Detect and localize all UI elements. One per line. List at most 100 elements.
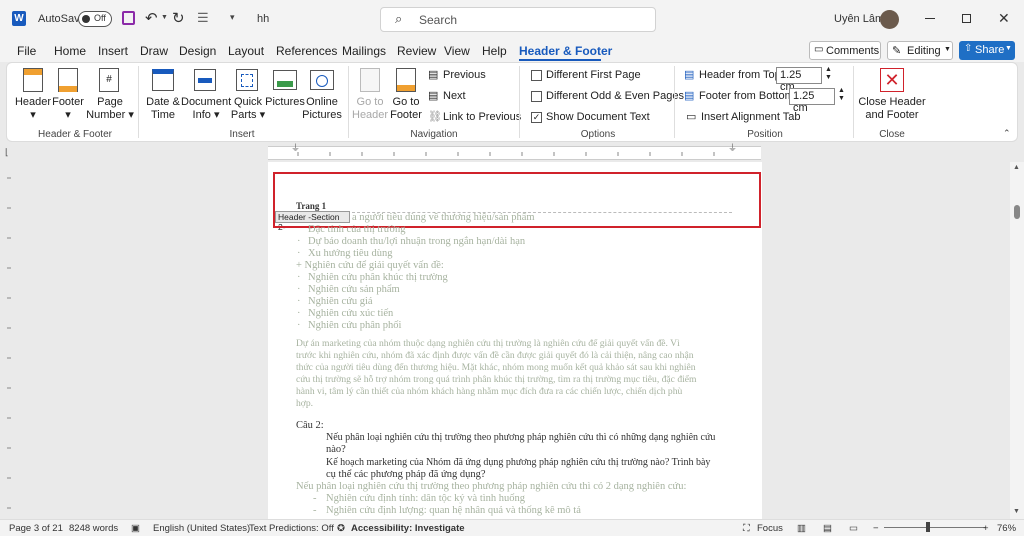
tab-selector-icon[interactable]: ⌊ (5, 147, 9, 158)
go-to-footer-button[interactable]: Go to Footer (388, 96, 424, 122)
question-line: nào? (326, 444, 346, 455)
text-predictions-status[interactable]: Text Predictions: Off (249, 523, 334, 534)
avatar[interactable] (880, 10, 899, 29)
bullet-icon: · (297, 272, 301, 283)
previous-button[interactable]: Previous (443, 69, 486, 81)
tab-file[interactable]: File (17, 44, 36, 58)
zoom-slider[interactable] (884, 527, 986, 528)
tab-header-footer[interactable]: Header & Footer (519, 44, 612, 58)
accessibility-status[interactable]: Accessibility: Investigate (351, 523, 465, 534)
scrollbar-thumb[interactable] (1014, 205, 1020, 219)
pictures-icon (273, 70, 297, 90)
undo-icon[interactable]: ↶ (145, 9, 158, 27)
user-name[interactable]: Uyên Lâm (834, 13, 884, 25)
spinner-icon[interactable]: ▲ ▼ (825, 66, 832, 82)
header-button[interactable]: Header ▾ (14, 96, 52, 122)
restore-icon[interactable] (962, 14, 971, 23)
chevron-down-icon: ▼ (944, 46, 951, 53)
format-painter-icon[interactable]: ☰ (197, 10, 209, 26)
scrollbar-down-icon[interactable]: ▼ (1013, 508, 1020, 515)
tab-layout[interactable]: Layout (228, 44, 264, 58)
close-header-footer-button[interactable]: Close Header and Footer (858, 96, 926, 122)
group-close-label: Close (879, 129, 905, 140)
different-odd-even-checkbox[interactable] (531, 91, 542, 102)
header-from-top-input[interactable]: 1.25 cm (776, 67, 822, 93)
zoom-in-icon[interactable]: + (983, 523, 989, 534)
tab-view[interactable]: View (444, 44, 470, 58)
bullet-icon: - (313, 493, 317, 504)
tab-help[interactable]: Help (482, 44, 507, 58)
focus-button[interactable]: Focus (757, 523, 783, 534)
footer-button[interactable]: Footer ▾ (50, 96, 86, 122)
answer-bullet: Nghiên cứu định tính: dân tộc ký và tình… (326, 493, 526, 504)
share-button[interactable]: ⇧ Share ▼ (959, 41, 1015, 60)
next-button[interactable]: Next (443, 90, 466, 102)
online-pictures-button[interactable]: Online Pictures (302, 96, 342, 122)
customize-toolbar-icon[interactable]: ▾ (230, 12, 235, 23)
footer-from-bottom-icon: ▤ (684, 90, 695, 102)
date-time-button[interactable]: Date & Time (144, 96, 182, 122)
horizontal-ruler[interactable] (268, 146, 761, 160)
search-input[interactable]: Search (419, 13, 457, 27)
left-indent-marker-icon[interactable]: ⏚ (291, 141, 300, 154)
tab-design[interactable]: Design (179, 44, 216, 58)
go-to-footer-icon (396, 68, 416, 92)
language-status[interactable]: English (United States) (153, 523, 250, 534)
group-header-footer-label: Header & Footer (38, 129, 112, 140)
vertical-ruler[interactable] (4, 168, 14, 518)
print-layout-icon[interactable]: ▤ (823, 523, 832, 534)
bullet-icon: · (297, 284, 301, 295)
right-indent-marker-icon[interactable]: ⏚ (728, 141, 737, 154)
doc-line: Dự báo doanh thu/lợi nhuận trong ngắn hạ… (308, 236, 526, 247)
go-to-header-button[interactable]: Go to Header (352, 96, 388, 122)
zoom-out-icon[interactable]: − (873, 523, 879, 534)
autosave-toggle[interactable]: Off (78, 11, 112, 27)
header-icon (23, 68, 43, 92)
spinner-icon[interactable]: ▲ ▼ (838, 87, 845, 103)
quick-parts-button[interactable]: Quick Parts ▾ (229, 96, 267, 122)
group-navigation-label: Navigation (410, 129, 458, 140)
page-number-icon: # (99, 68, 119, 92)
show-document-text-label: Show Document Text (546, 111, 650, 123)
body-paragraph: Dự án marketing của nhóm thuộc dạng nghi… (296, 338, 697, 409)
vertical-scrollbar[interactable]: ▲ ▼ (1010, 162, 1024, 520)
tab-home[interactable]: Home (54, 44, 86, 58)
pictures-button[interactable]: Pictures (264, 96, 306, 109)
active-tab-underline (519, 59, 601, 61)
tab-draw[interactable]: Draw (140, 44, 168, 58)
quick-parts-icon (236, 69, 258, 91)
collapse-ribbon-icon[interactable]: ⌃ (1003, 128, 1011, 139)
page-count[interactable]: Page 3 of 21 (9, 523, 63, 534)
save-icon[interactable] (122, 11, 135, 25)
minimize-icon[interactable] (925, 18, 935, 19)
word-count[interactable]: 8248 words (69, 523, 118, 534)
tab-references[interactable]: References (276, 44, 337, 58)
editing-button[interactable]: ✎ Editing ▼ (887, 41, 953, 60)
footer-icon (58, 68, 78, 92)
link-to-previous-button[interactable]: Link to Previous (443, 111, 521, 123)
ribbon-divider (348, 66, 349, 138)
tab-insert[interactable]: Insert (98, 44, 128, 58)
close-window-icon[interactable]: ✕ (998, 10, 1010, 27)
page-number-button[interactable]: Page Number ▾ (84, 96, 136, 122)
redo-icon[interactable]: ↻ (172, 9, 185, 27)
comments-button[interactable]: ▭ Comments (809, 41, 881, 60)
search-icon: ⌕ (395, 11, 403, 26)
web-layout-icon[interactable]: ▭ (849, 523, 858, 534)
tab-mailings[interactable]: Mailings (342, 44, 386, 58)
scrollbar-up-icon[interactable]: ▲ (1013, 164, 1020, 171)
undo-dropdown-icon[interactable]: ▼ (161, 14, 168, 21)
tab-review[interactable]: Review (397, 44, 436, 58)
different-first-page-checkbox[interactable] (531, 70, 542, 81)
search-box[interactable]: ⌕ Search (380, 7, 656, 32)
share-icon: ⇧ (964, 43, 973, 54)
insert-alignment-tab-button[interactable]: Insert Alignment Tab (701, 111, 800, 123)
document-info-button[interactable]: Document Info ▾ (181, 96, 231, 122)
footer-from-bottom-input[interactable]: 1.25 cm (789, 88, 835, 114)
read-mode-icon[interactable]: ▥ (797, 523, 806, 534)
show-document-text-checkbox[interactable]: ✓ (531, 112, 542, 123)
zoom-level[interactable]: 76% (997, 523, 1016, 534)
zoom-slider-thumb[interactable] (926, 522, 930, 532)
proofing-icon: ▣ (131, 523, 140, 534)
doc-line: Nghiên cứu sản phẩm (308, 284, 400, 295)
